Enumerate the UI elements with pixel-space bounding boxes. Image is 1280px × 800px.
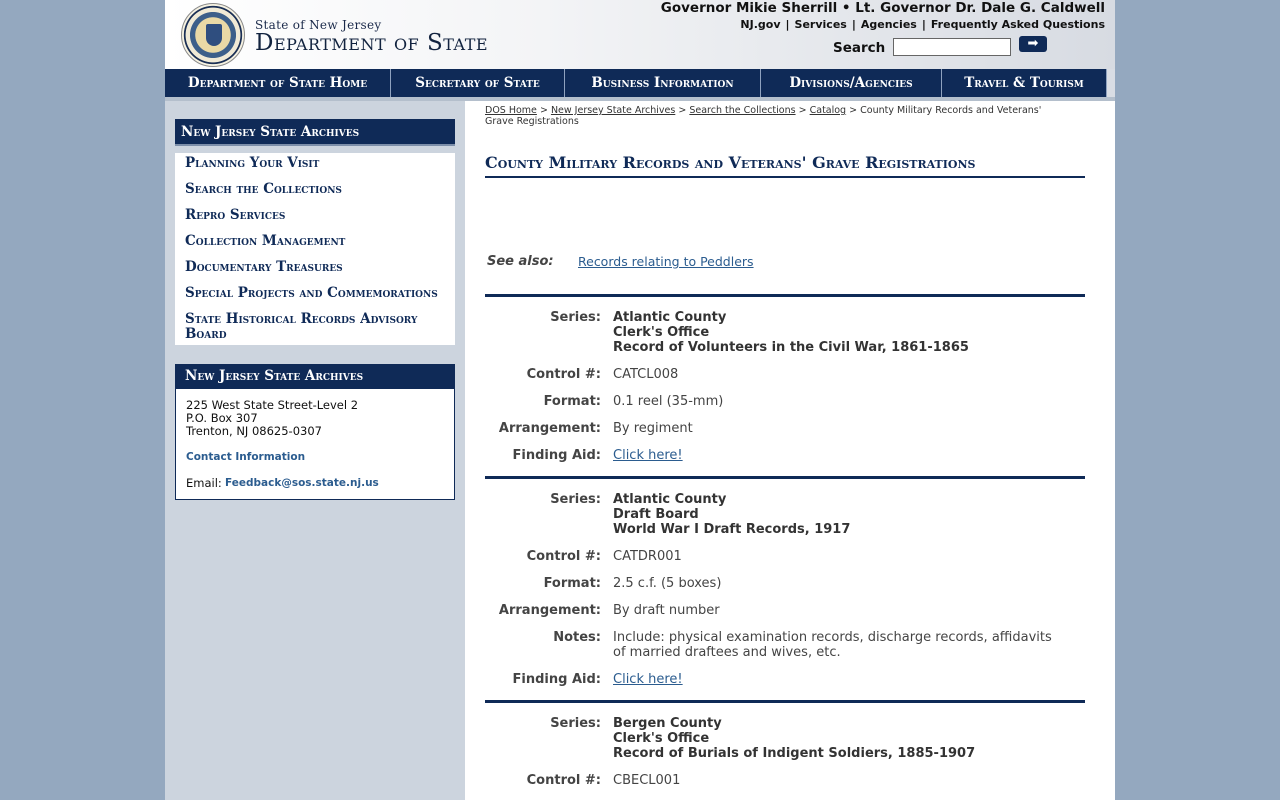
format-value: 0.1 reel (35-mm): [613, 394, 724, 409]
arrangement-label: Arrangement:: [498, 421, 601, 436]
arrangement-value: By draft number: [613, 603, 720, 618]
series-label: Series:: [550, 492, 601, 507]
search-label: Search: [833, 40, 886, 56]
nav-end-cap: [1107, 69, 1115, 97]
series-value: Atlantic County Clerk's Office Record of…: [613, 310, 1063, 355]
sidebar-info-title: New Jersey State Archives: [175, 364, 455, 389]
format-label: Format:: [543, 576, 601, 591]
nj-gov-link[interactable]: NJ.gov: [740, 18, 780, 31]
series-line: Record of Burials of Indigent Soldiers, …: [613, 746, 976, 761]
contact-information-link[interactable]: Contact Information: [186, 451, 305, 463]
control-value: CBECL001: [613, 773, 681, 788]
email-label: Email:: [186, 476, 222, 490]
nav-business-information[interactable]: Business Information: [565, 69, 761, 97]
sidebar-menu-title[interactable]: New Jersey State Archives: [175, 119, 455, 146]
search-submit-button[interactable]: ➡: [1019, 36, 1047, 52]
series-line: Clerk's Office: [613, 325, 710, 340]
breadcrumb-dos-home[interactable]: DOS Home: [485, 105, 537, 116]
separator: |: [785, 18, 790, 31]
arrangement-value: By regiment: [613, 421, 693, 436]
sidebar-item-documentary-treasures[interactable]: Documentary Treasures: [185, 260, 453, 275]
notes-label: Notes:: [553, 630, 601, 645]
breadcrumb-catalog[interactable]: Catalog: [810, 105, 846, 116]
breadcrumb-separator: >: [539, 105, 548, 116]
breadcrumb-separator: >: [678, 105, 687, 116]
services-link[interactable]: Services: [795, 18, 847, 31]
agencies-link[interactable]: Agencies: [861, 18, 917, 31]
sidebar-menu: Planning Your Visit Search the Collectio…: [175, 153, 455, 345]
breadcrumb: DOS Home > New Jersey State Archives > S…: [485, 105, 1055, 127]
series-line: World War I Draft Records, 1917: [613, 522, 851, 537]
arrangement-label: Arrangement:: [498, 603, 601, 618]
breadcrumb-separator: >: [849, 105, 858, 116]
see-also-link[interactable]: Records relating to Peddlers: [578, 254, 754, 269]
separator: |: [921, 18, 926, 31]
page-title: County Military Records and Veterans' Gr…: [485, 153, 1085, 178]
sidebar-item-repro-services[interactable]: Repro Services: [185, 208, 453, 223]
series-value: Atlantic County Draft Board World War I …: [613, 492, 1063, 537]
finding-aid-label: Finding Aid:: [512, 448, 601, 463]
breadcrumb-archives[interactable]: New Jersey State Archives: [551, 105, 675, 116]
finding-aid-label: Finding Aid:: [512, 672, 601, 687]
faq-link[interactable]: Frequently Asked Questions: [931, 18, 1105, 31]
department-title[interactable]: Department of State: [255, 30, 488, 56]
search-input[interactable]: [893, 38, 1011, 56]
breadcrumb-separator: >: [798, 105, 807, 116]
nav-dos-home[interactable]: Department of State Home: [165, 69, 391, 97]
series-line: Atlantic County: [613, 310, 727, 325]
series-value: Bergen County Clerk's Office Record of B…: [613, 716, 1063, 761]
control-label: Control #:: [526, 549, 601, 564]
finding-aid-link[interactable]: Click here!: [613, 448, 683, 463]
record-divider: [485, 700, 1085, 703]
series-line: Atlantic County: [613, 492, 727, 507]
top-links: NJ.gov | Services | Agencies | Frequently Aske…: [740, 18, 1105, 31]
main-nav: Department of State Home Secretary of St…: [165, 69, 1107, 97]
sidebar-item-collection-management[interactable]: Collection Management: [185, 234, 453, 249]
format-value: 2.5 c.f. (5 boxes): [613, 576, 722, 591]
separator: |: [851, 18, 856, 31]
series-line: Record of Volunteers in the Civil War, 1…: [613, 340, 969, 355]
sidebar-item-search-collections[interactable]: Search the Collections: [185, 182, 453, 197]
sidebar-item-shrab[interactable]: State Historical Records Advisory Board: [185, 312, 453, 342]
finding-aid-link[interactable]: Click here!: [613, 672, 683, 687]
record-divider: [485, 476, 1085, 479]
format-label: Format:: [543, 394, 601, 409]
site-header: State of New Jersey Department of State …: [165, 0, 1115, 69]
control-value: CATCL008: [613, 367, 679, 382]
governor-line: Governor Mikie Sherrill • Lt. Governor D…: [660, 0, 1105, 16]
finding-aid-value: Click here!: [613, 672, 1063, 687]
series-label: Series:: [550, 310, 601, 325]
nav-travel-tourism[interactable]: Travel & Tourism: [942, 69, 1107, 97]
series-line: Draft Board: [613, 507, 699, 522]
breadcrumb-search-collections[interactable]: Search the Collections: [689, 105, 795, 116]
address-line: Trenton, NJ 08625-0307: [186, 424, 322, 438]
sidebar-item-special-projects[interactable]: Special Projects and Commemorations: [185, 286, 453, 301]
finding-aid-value: Click here!: [613, 448, 1063, 463]
series-line: Clerk's Office: [613, 731, 710, 746]
series-line: Bergen County: [613, 716, 722, 731]
main-content: DOS Home > New Jersey State Archives > S…: [465, 101, 1115, 800]
nj-seal-logo[interactable]: [181, 3, 245, 67]
control-label: Control #:: [526, 367, 601, 382]
sidebar-item-planning-visit[interactable]: Planning Your Visit: [185, 156, 453, 171]
sidebar-contact-box: 225 West State Street-Level 2 P.O. Box 3…: [175, 389, 455, 500]
address-block: 225 West State Street-Level 2 P.O. Box 3…: [186, 399, 358, 438]
record-divider: [485, 294, 1085, 297]
control-label: Control #:: [526, 773, 601, 788]
see-also-label: See also:: [487, 254, 554, 269]
nav-secretary-of-state[interactable]: Secretary of State: [391, 69, 565, 97]
email-link[interactable]: Feedback@sos.state.nj.us: [225, 477, 379, 489]
arrow-right-icon: ➡: [1027, 36, 1039, 51]
series-label: Series:: [550, 716, 601, 731]
control-value: CATDR001: [613, 549, 682, 564]
nav-divisions-agencies[interactable]: Divisions/Agencies: [761, 69, 942, 97]
page-container: State of New Jersey Department of State …: [165, 0, 1115, 800]
notes-value: Include: physical examination records, d…: [613, 630, 1052, 660]
